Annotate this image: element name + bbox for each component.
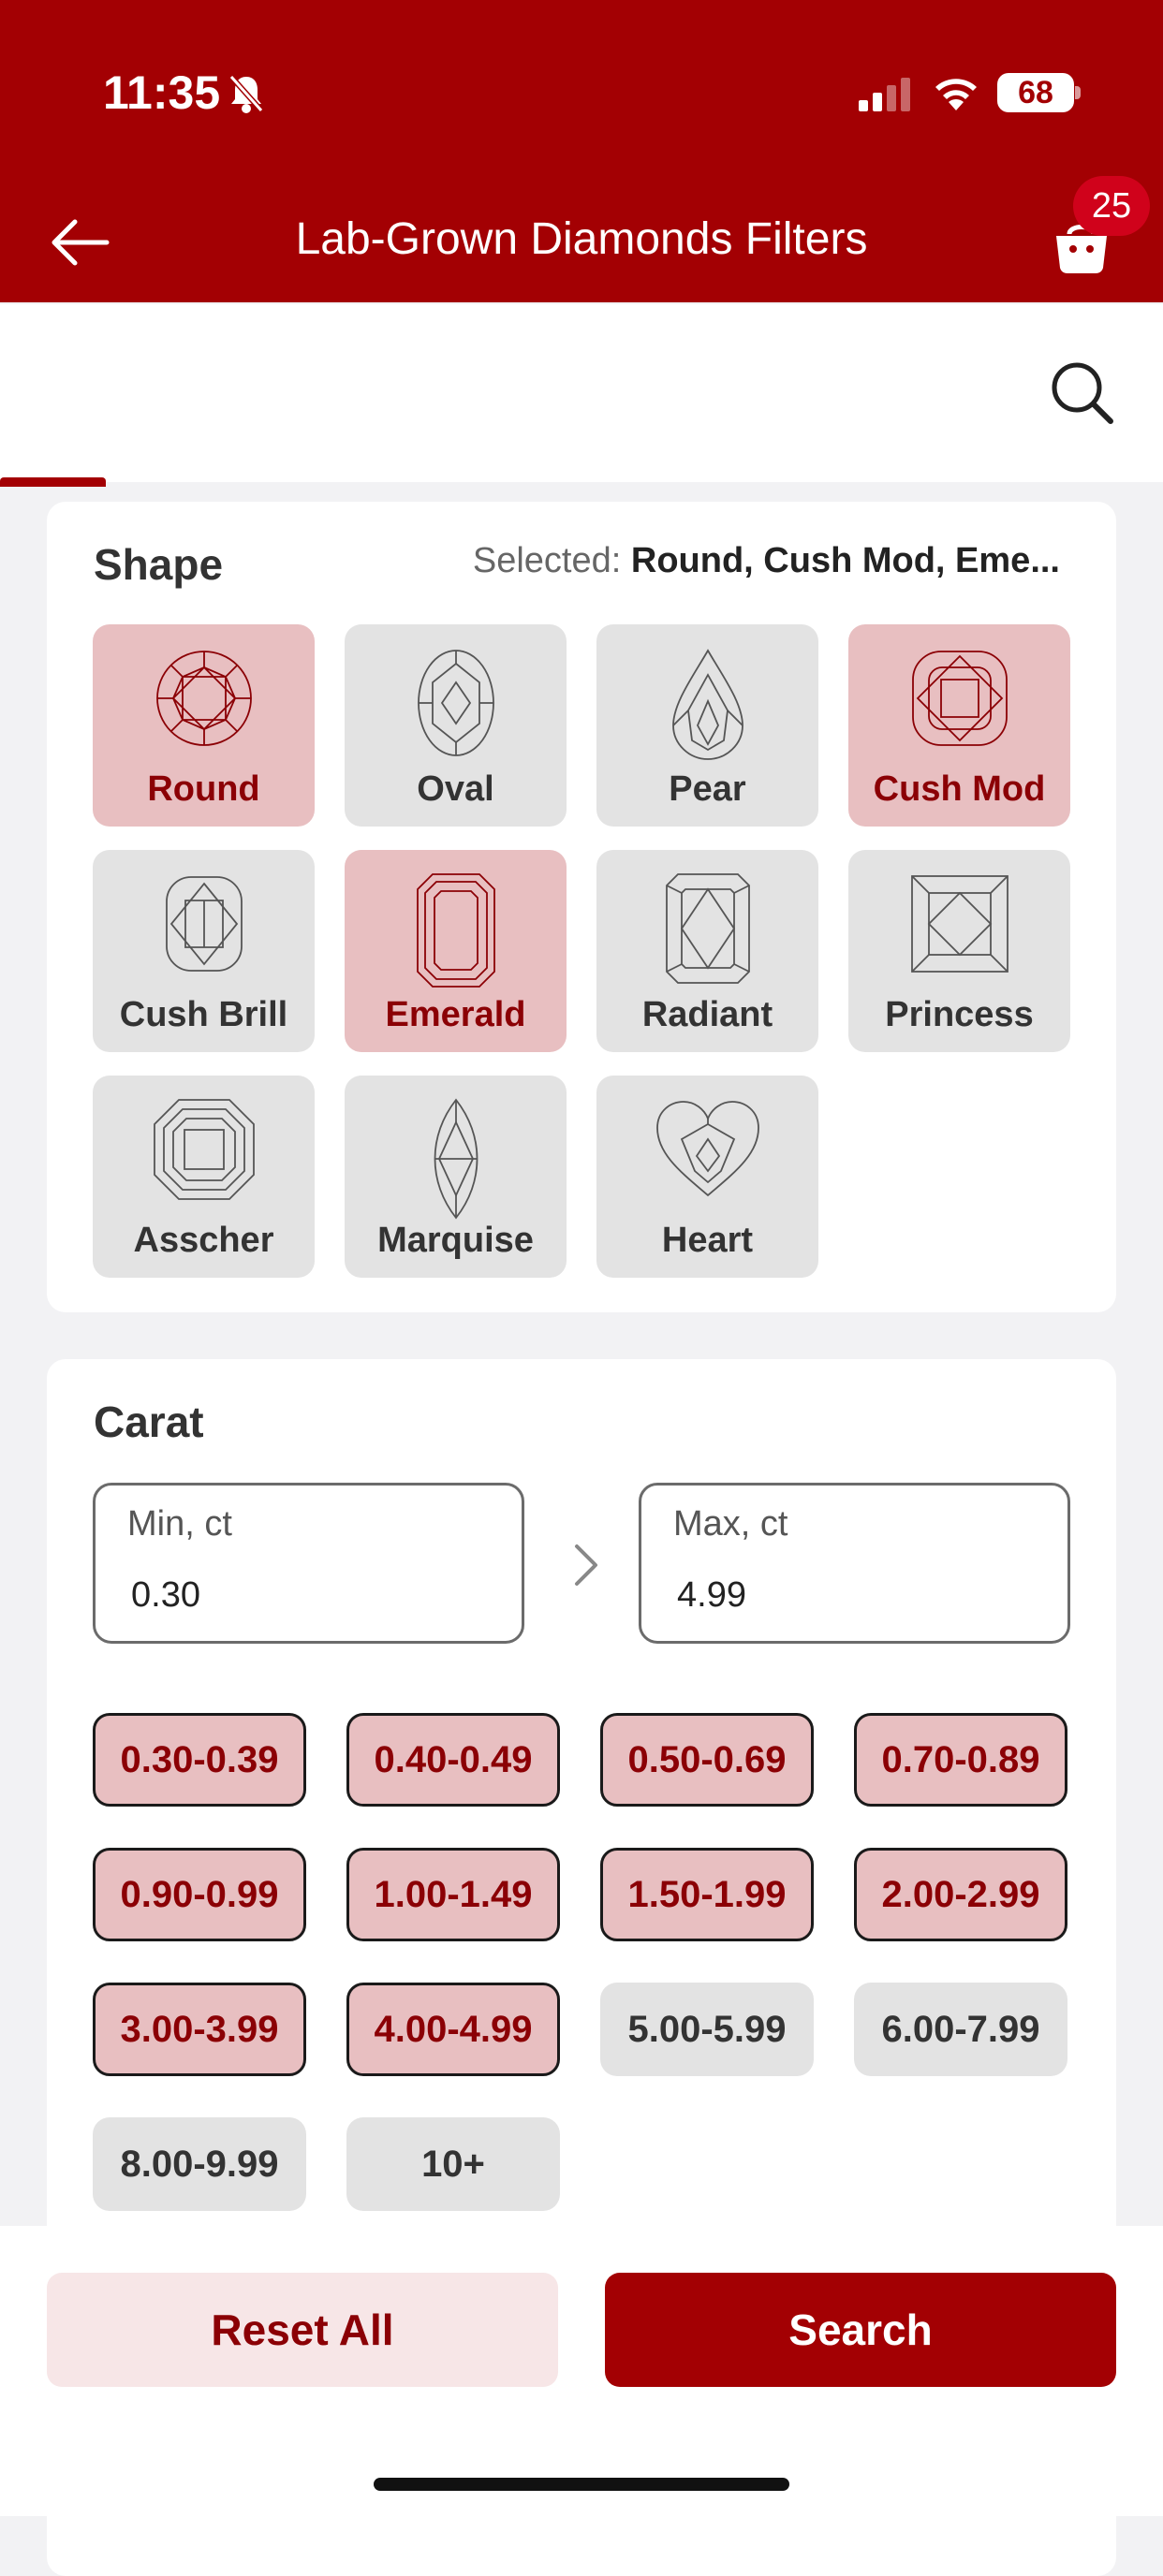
- shape-label: Asscher: [133, 1221, 274, 1260]
- shape-label: Heart: [661, 1221, 754, 1260]
- shape-tile-pear[interactable]: Pear: [596, 624, 818, 827]
- shape-tile-oval[interactable]: Oval: [345, 624, 567, 827]
- battery-tip: [1075, 86, 1081, 99]
- carat-range-chip[interactable]: 0.30-0.39: [93, 1713, 306, 1807]
- page-title: Lab-Grown Diamonds Filters: [295, 214, 868, 264]
- selected-value: Round, Cush Mod, Eme...: [630, 541, 1060, 580]
- oval-diamond-icon: [417, 650, 494, 756]
- search-bar: [0, 304, 1163, 482]
- shape-label: Oval: [417, 769, 494, 809]
- carat-range-chip[interactable]: 2.00-2.99: [854, 1848, 1067, 1941]
- shape-tile-marquise[interactable]: Marquise: [345, 1076, 567, 1278]
- reset-all-button[interactable]: Reset All: [47, 2273, 558, 2387]
- shape-label: Cush Mod: [873, 769, 1046, 809]
- carat-section-title: Carat: [94, 1398, 204, 1446]
- bell-muted-icon: [228, 75, 264, 113]
- wifi-icon: [935, 79, 977, 110]
- carat-range-chip[interactable]: 0.50-0.69: [600, 1713, 814, 1807]
- shape-tile-radiant[interactable]: Radiant: [596, 850, 818, 1052]
- heart-diamond-icon: [655, 1101, 759, 1197]
- status-bar: 11:35 68: [0, 0, 1163, 187]
- shape-tile-cush-mod[interactable]: Cush Mod: [848, 624, 1070, 827]
- shape-label: Marquise: [377, 1221, 534, 1260]
- shape-label: Radiant: [641, 995, 773, 1034]
- app-header: 11:35 68 Lab-Grown Diamonds Filters 25: [0, 0, 1163, 302]
- carat-range-chip[interactable]: 0.40-0.49: [346, 1713, 560, 1807]
- shape-selected-summary: Selected: Round, Cush Mod, Eme...: [473, 541, 1060, 581]
- carat-max-value: 4.99: [677, 1575, 746, 1615]
- shape-tile-round[interactable]: Round: [93, 624, 315, 827]
- chevron-right-icon: [575, 1544, 597, 1586]
- home-indicator[interactable]: [374, 2478, 789, 2491]
- carat-min-field[interactable]: Min, ct 0.30: [93, 1483, 524, 1644]
- shape-label: Round: [147, 769, 260, 809]
- pear-diamond-icon: [671, 649, 743, 760]
- carat-range-chip[interactable]: 1.00-1.49: [346, 1848, 560, 1941]
- carat-range-chip[interactable]: 6.00-7.99: [854, 1983, 1067, 2076]
- shape-tile-cush-brill[interactable]: Cush Brill: [93, 850, 315, 1052]
- cushion-brilliant-diamond-icon: [165, 876, 243, 972]
- search-button[interactable]: Search: [605, 2273, 1116, 2387]
- radiant-diamond-icon: [665, 873, 750, 984]
- shape-tile-heart[interactable]: Heart: [596, 1076, 818, 1278]
- carat-min-value: 0.30: [131, 1575, 200, 1615]
- shape-label: Princess: [885, 995, 1034, 1034]
- shape-label: Pear: [669, 769, 746, 809]
- shape-tile-asscher[interactable]: Asscher: [93, 1076, 315, 1278]
- marquise-diamond-icon: [434, 1098, 478, 1220]
- tab-indicator: [0, 477, 106, 487]
- carat-range-chip[interactable]: 8.00-9.99: [93, 2117, 306, 2211]
- asscher-diamond-icon: [153, 1099, 255, 1200]
- carat-max-placeholder: Max, ct: [673, 1504, 788, 1544]
- carat-range-chip[interactable]: 10+: [346, 2117, 560, 2211]
- shape-tile-emerald[interactable]: Emerald: [345, 850, 567, 1052]
- battery-icon: 68: [997, 73, 1074, 112]
- shape-label: Emerald: [385, 995, 526, 1034]
- carat-range-chip[interactable]: 3.00-3.99: [93, 1983, 306, 2076]
- search-icon[interactable]: [1047, 358, 1118, 429]
- carat-range-chip[interactable]: 0.70-0.89: [854, 1713, 1067, 1807]
- carat-range-chip[interactable]: 4.00-4.99: [346, 1983, 560, 2076]
- carat-min-placeholder: Min, ct: [127, 1504, 232, 1544]
- carat-range-chip[interactable]: 0.90-0.99: [93, 1848, 306, 1941]
- shape-filter-card: Shape Selected: Round, Cush Mod, Eme... …: [47, 502, 1116, 1312]
- shape-tile-princess[interactable]: Princess: [848, 850, 1070, 1052]
- cushion-modified-diamond-icon: [911, 651, 1008, 746]
- round-diamond-icon: [155, 651, 252, 746]
- emerald-diamond-icon: [416, 873, 495, 988]
- carat-max-field[interactable]: Max, ct 4.99: [639, 1483, 1070, 1644]
- cart-count-badge: 25: [1073, 176, 1150, 236]
- carat-range-chip[interactable]: 5.00-5.99: [600, 1983, 814, 2076]
- princess-diamond-icon: [910, 875, 1008, 973]
- shape-section-title: Shape: [94, 540, 224, 589]
- cellular-signal-icon: [859, 78, 910, 111]
- selected-label: Selected:: [472, 541, 622, 580]
- shape-label: Cush Brill: [119, 995, 288, 1034]
- status-time: 11:35: [103, 66, 221, 119]
- carat-range-chip[interactable]: 1.50-1.99: [600, 1848, 814, 1941]
